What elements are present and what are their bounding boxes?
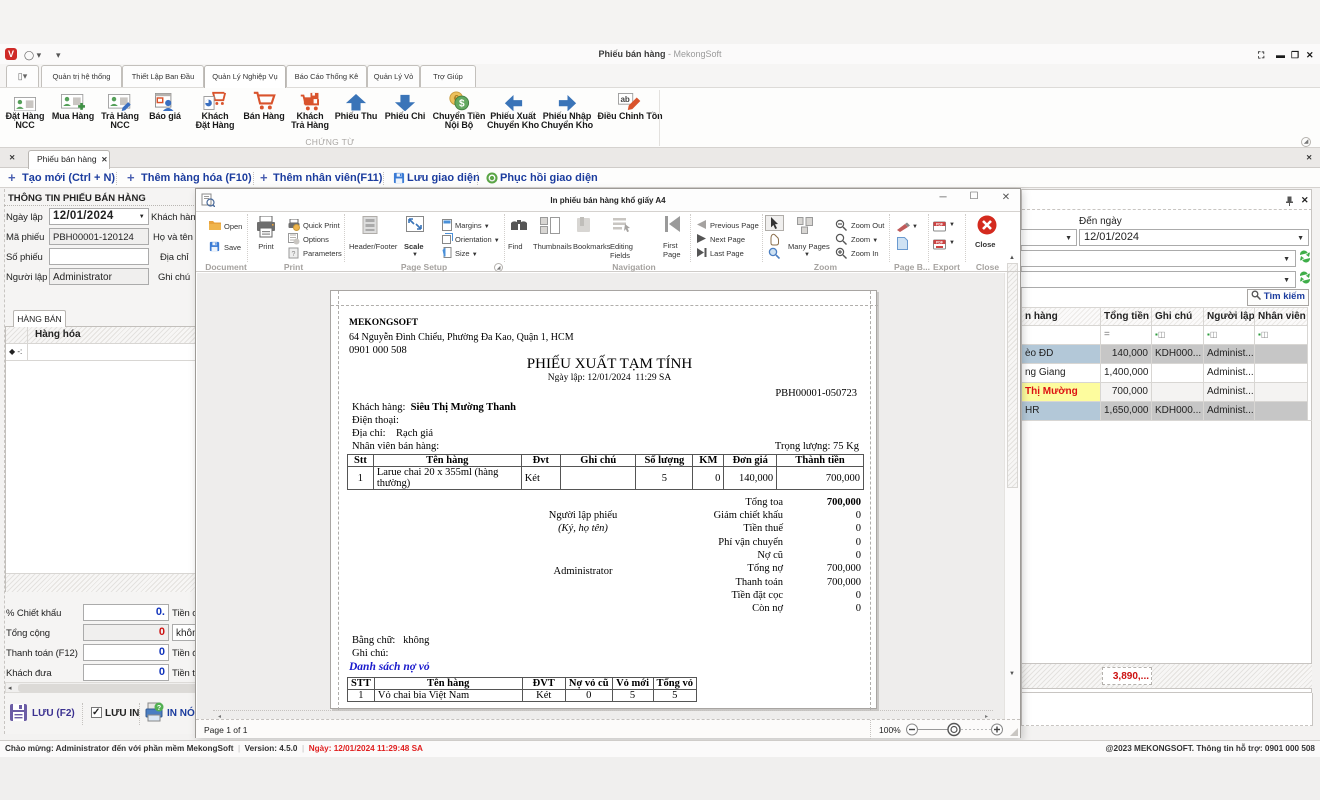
svg-text:ab: ab: [620, 95, 629, 104]
svg-text:PDF: PDF: [936, 223, 944, 227]
svg-text:?: ?: [292, 251, 296, 258]
svg-text:$: $: [459, 98, 465, 109]
svg-text:?: ?: [157, 705, 161, 712]
svg-text:PDF: PDF: [936, 241, 944, 245]
